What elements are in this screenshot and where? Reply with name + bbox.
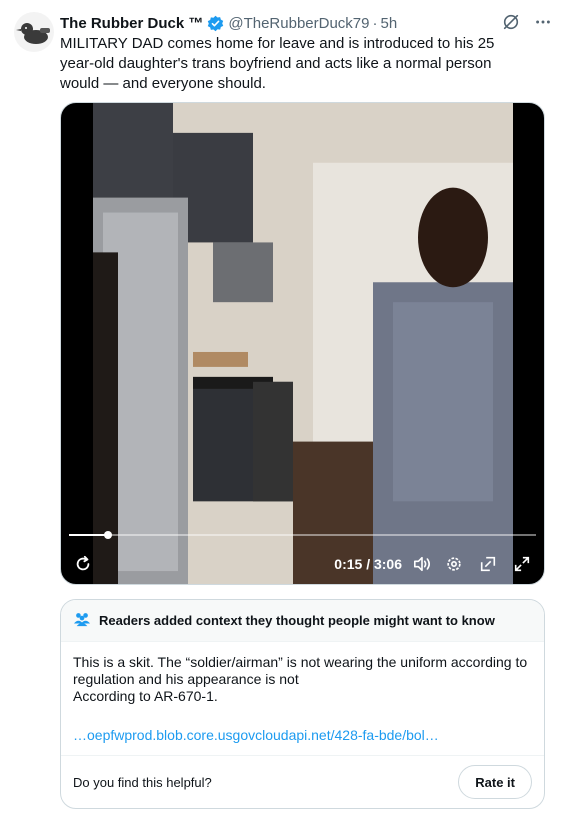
more-icon[interactable] [534, 13, 552, 35]
community-note-title: Readers added context they thought peopl… [99, 613, 495, 628]
volume-icon[interactable] [410, 552, 434, 576]
avatar[interactable] [14, 12, 54, 52]
verified-badge-icon [207, 15, 224, 32]
timestamp[interactable]: 5h [381, 15, 398, 32]
video-timecode: 0:15 / 3:06 [334, 556, 402, 572]
progress-fill [69, 534, 108, 536]
helpful-prompt: Do you find this helpful? [73, 774, 212, 790]
tweet-header: The Rubber Duck ™ @TheRubberDuck79 · 5h [60, 13, 552, 33]
progress-bar[interactable] [69, 531, 536, 539]
people-icon [73, 611, 91, 630]
note-text-line1: This is a skit. The “soldier/airman” is … [73, 654, 528, 687]
tweet-text: MILITARY DAD comes home for leave and is… [60, 35, 495, 92]
community-note-header[interactable]: Readers added context they thought peopl… [61, 600, 544, 642]
separator-dot: · [372, 14, 378, 32]
handle[interactable]: @TheRubberDuck79 [228, 15, 369, 32]
replay-icon[interactable] [71, 552, 95, 576]
note-source-link[interactable]: …oepfwprod.blob.core.usgovcloudapi.net/4… [73, 727, 532, 744]
settings-icon[interactable] [442, 552, 466, 576]
community-note: Readers added context they thought peopl… [60, 599, 545, 809]
pip-icon[interactable] [476, 552, 500, 576]
community-note-footer: Do you find this helpful? Rate it [61, 755, 544, 808]
rubber-duck-avatar-icon [16, 23, 50, 44]
video-frame [93, 103, 513, 584]
video-controls: 0:15 / 3:06 [61, 531, 544, 584]
note-text-line2: According to AR-670-1. [73, 688, 218, 704]
community-note-body: This is a skit. The “soldier/airman” is … [61, 642, 544, 744]
grok-icon[interactable] [502, 13, 520, 35]
fullscreen-icon[interactable] [510, 552, 534, 576]
display-name[interactable]: The Rubber Duck ™ [60, 15, 203, 32]
video-player[interactable]: 0:15 / 3:06 [60, 102, 545, 585]
rate-it-button[interactable]: Rate it [458, 765, 532, 799]
progress-knob[interactable] [103, 531, 112, 539]
